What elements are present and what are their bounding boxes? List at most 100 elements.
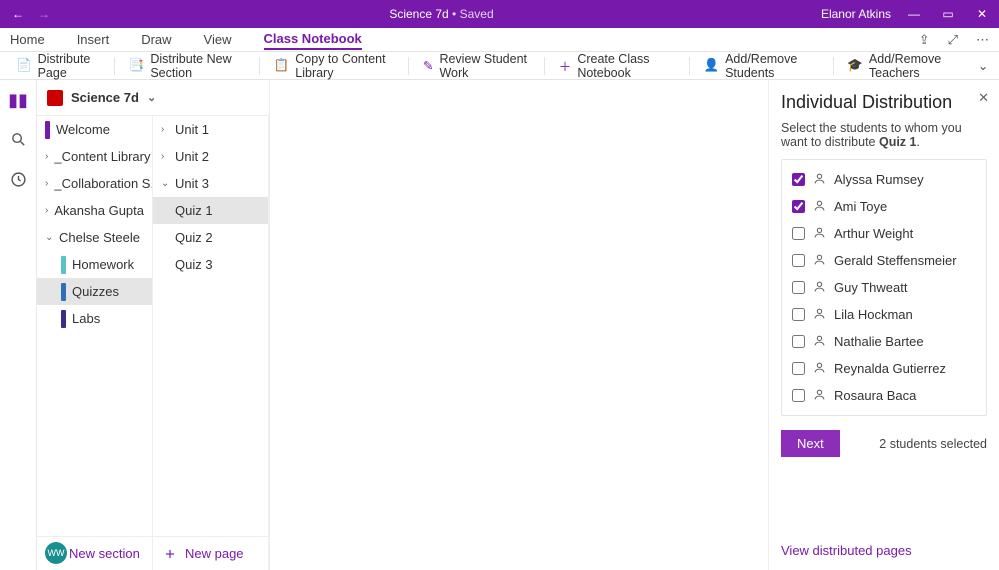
restore-button[interactable]: ▭ <box>931 7 965 21</box>
student-checkbox[interactable] <box>792 335 805 348</box>
forward-button[interactable]: → <box>38 7 50 21</box>
notebook-icon <box>47 90 63 106</box>
user-name[interactable]: Elanor Atkins <box>821 7 897 21</box>
tool-icon: ＋ <box>559 56 572 75</box>
chevron-icon: ⌄ <box>45 232 53 243</box>
notebook-header[interactable]: Science 7d ⌄ <box>37 80 269 116</box>
person-icon <box>813 172 826 188</box>
student-checkbox[interactable] <box>792 281 805 294</box>
tool-icon: 📄 <box>16 58 32 73</box>
toolbar-add-remove-students[interactable]: 👤Add/Remove Students <box>696 49 827 83</box>
student-checkbox[interactable] <box>792 200 805 213</box>
page-quiz-1[interactable]: Quiz 1 <box>153 197 268 224</box>
back-button[interactable]: ← <box>12 7 24 21</box>
page-group-unit-1[interactable]: ›Unit 1 <box>153 116 268 143</box>
toolbar-distribute-page[interactable]: 📄Distribute Page <box>8 49 108 83</box>
group-label: Unit 1 <box>175 122 209 137</box>
titlebar: ← → Science 7d • Saved Elanor Atkins — ▭… <box>0 0 999 28</box>
page-group-unit-2[interactable]: › Unit 2 <box>153 143 268 170</box>
panel-description: Select the students to whom you want to … <box>781 121 987 149</box>
recent-icon[interactable] <box>10 171 27 191</box>
student-row[interactable]: Arthur Weight <box>782 220 986 247</box>
section-homework[interactable]: Homework <box>37 251 152 278</box>
student-name: Ami Toye <box>834 199 887 214</box>
student-name: Alyssa Rumsey <box>834 172 924 187</box>
toolbar-review-student-work[interactable]: ✎Review Student Work <box>415 49 538 83</box>
student-checkbox[interactable] <box>792 308 805 321</box>
student-row[interactable]: Rosaura Baca <box>782 382 986 409</box>
section-akansha-gupta[interactable]: ›Akansha Gupta <box>37 197 152 224</box>
toolbar-add-remove-teachers[interactable]: 🎓Add/Remove Teachers <box>839 49 971 83</box>
notebooks-icon[interactable]: ▮▮ <box>8 90 28 111</box>
menu-tab-insert[interactable]: Insert <box>77 30 110 49</box>
next-button[interactable]: Next <box>781 430 840 457</box>
section-label: Quizzes <box>72 284 119 299</box>
student-name: Guy Thweatt <box>834 280 907 295</box>
more-icon[interactable]: ⋯ <box>976 32 989 48</box>
student-name: Rosaura Baca <box>834 388 916 403</box>
close-button[interactable]: ✕ <box>965 7 999 21</box>
ribbon-toolbar: 📄Distribute Page 📑Distribute New Section 📋… <box>0 52 999 80</box>
menu-tab-class-notebook[interactable]: Class Notebook <box>264 29 362 50</box>
chevron-icon: › <box>45 205 48 216</box>
person-icon <box>813 253 826 269</box>
toolbar-create-class-notebook[interactable]: ＋Create Class Notebook <box>551 49 683 83</box>
student-row[interactable]: Nathalie Bartee <box>782 328 986 355</box>
student-checkbox[interactable] <box>792 362 805 375</box>
student-name: Arthur Weight <box>834 226 913 241</box>
student-name: Nathalie Bartee <box>834 334 924 349</box>
person-icon <box>813 307 826 323</box>
student-checkbox[interactable] <box>792 254 805 267</box>
fullscreen-icon[interactable]: ⤢ <box>948 32 958 48</box>
student-checkbox[interactable] <box>792 227 805 240</box>
share-icon[interactable]: ⇪ <box>919 32 930 48</box>
page-quiz-2[interactable]: Quiz 2 <box>153 224 268 251</box>
section-chelse-steele[interactable]: ⌄ Chelse Steele <box>37 224 152 251</box>
section-label: Chelse Steele <box>59 230 140 245</box>
selection-count: 2 students selected <box>879 437 987 451</box>
section--content-library[interactable]: ›_Content Library <box>37 143 152 170</box>
menu-tab-draw[interactable]: Draw <box>141 30 171 49</box>
student-name: Lila Hockman <box>834 307 913 322</box>
section-list: Welcome›_Content Library›_Collaboration … <box>37 116 153 536</box>
group-label: Unit 2 <box>175 149 209 164</box>
student-row[interactable]: Lila Hockman <box>782 301 986 328</box>
page-quiz-3[interactable]: Quiz 3 <box>153 251 268 278</box>
toolbar-distribute-new-section[interactable]: 📑Distribute New Section <box>121 49 253 83</box>
section--collaboration-s-[interactable]: ›_Collaboration S... <box>37 170 152 197</box>
student-row[interactable]: Guy Thweatt <box>782 274 986 301</box>
new-page-button[interactable]: New page <box>153 537 269 570</box>
chevron-icon: › <box>161 151 169 162</box>
section-quizzes[interactable]: Quizzes <box>37 278 152 305</box>
menu-tab-home[interactable]: Home <box>10 30 45 49</box>
section-color-bar <box>61 256 66 274</box>
section-label: Homework <box>72 257 134 272</box>
student-row[interactable]: Reynalda Gutierrez <box>782 355 986 382</box>
section-welcome[interactable]: Welcome <box>37 116 152 143</box>
student-name: Reynalda Gutierrez <box>834 361 946 376</box>
minimize-button[interactable]: — <box>897 7 931 21</box>
student-row[interactable]: Ami Toye <box>782 193 986 220</box>
page-canvas[interactable] <box>270 80 769 570</box>
search-icon[interactable] <box>10 131 27 151</box>
close-panel-icon[interactable]: ✕ <box>978 90 989 106</box>
notebook-name: Science 7d <box>71 90 139 105</box>
view-distributed-link[interactable]: View distributed pages <box>781 543 987 558</box>
section-color-bar <box>61 283 66 301</box>
tool-icon: 🎓 <box>847 58 863 73</box>
section-labs[interactable]: Labs <box>37 305 152 332</box>
page-group-unit-3[interactable]: ⌄Unit 3 <box>153 170 268 197</box>
student-row[interactable]: Alyssa Rumsey <box>782 166 986 193</box>
section-label: Labs <box>72 311 100 326</box>
avatar[interactable]: WW <box>45 542 67 564</box>
menu-tab-view[interactable]: View <box>204 30 232 49</box>
chevron-icon: ⌄ <box>161 178 169 189</box>
person-icon <box>813 226 826 242</box>
person-icon <box>813 361 826 377</box>
chevron-down-icon[interactable]: ⌄ <box>975 58 991 73</box>
student-checkbox[interactable] <box>792 389 805 402</box>
student-checkbox[interactable] <box>792 173 805 186</box>
tool-icon: 👤 <box>704 58 720 73</box>
student-row[interactable]: Gerald Steffensmeier <box>782 247 986 274</box>
toolbar-copy-to-content-library[interactable]: 📋Copy to Content Library <box>266 49 403 83</box>
